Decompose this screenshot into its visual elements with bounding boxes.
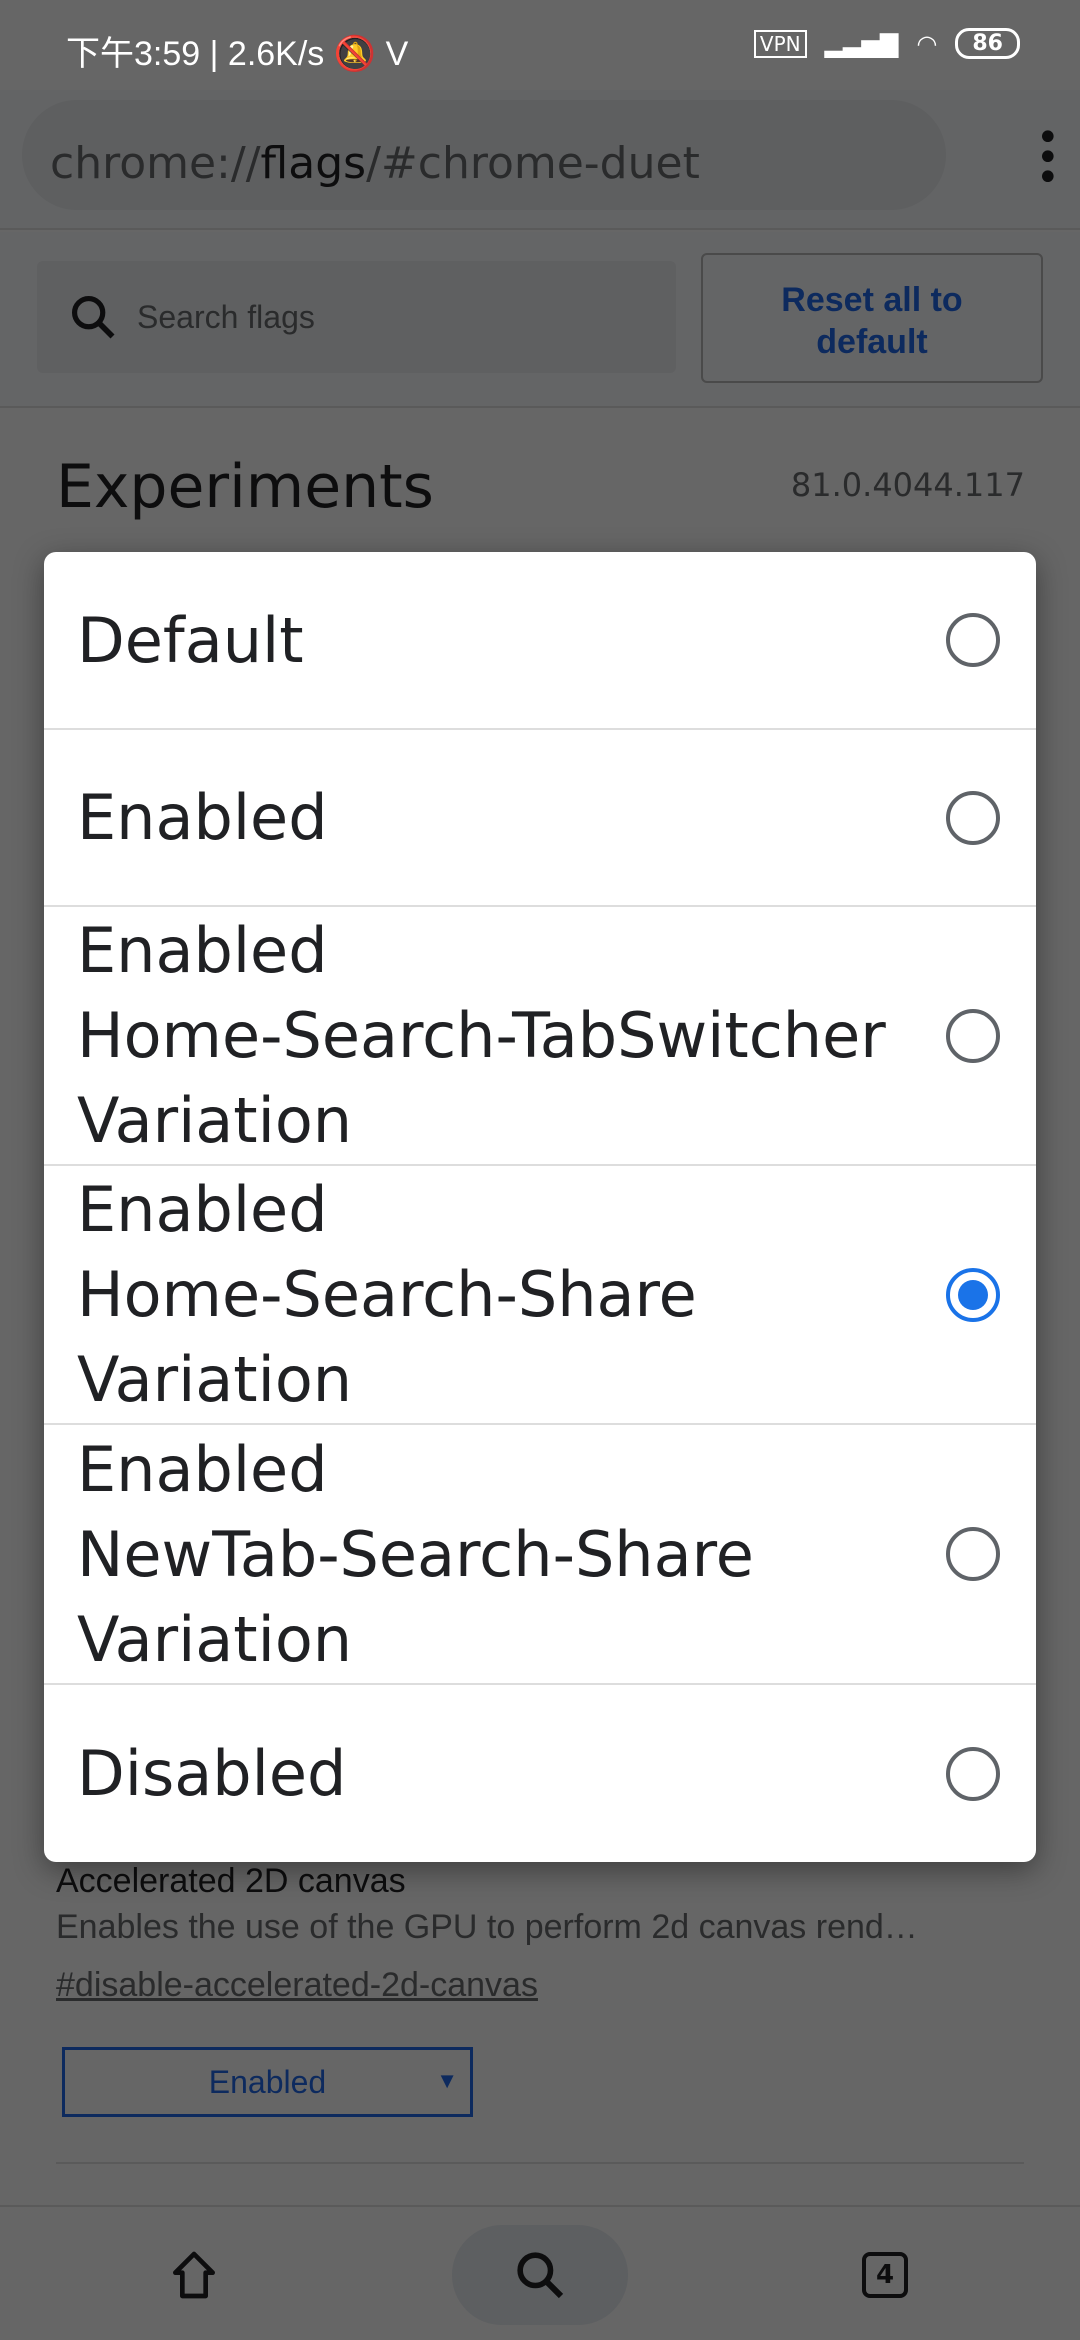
search-button[interactable] bbox=[452, 2225, 628, 2325]
option-label-line: NewTab-Search-Share bbox=[77, 1517, 754, 1591]
option-label-line: Enabled bbox=[77, 1173, 328, 1246]
page-title: Experiments bbox=[56, 452, 434, 522]
search-icon bbox=[517, 2252, 564, 2299]
version: 81.0.4044.117 bbox=[790, 466, 1025, 504]
dropdown-arrow-icon: ▼ bbox=[436, 2068, 458, 2093]
option-row[interactable]: Enabled bbox=[44, 730, 1036, 907]
flag-link[interactable]: #disable-accelerated-2d-canvas bbox=[56, 1966, 538, 2005]
status-left: 下午3:59 | 2.6K/s 🔕 V bbox=[66, 35, 409, 73]
flag-title: Accelerated 2D canvas bbox=[56, 1862, 406, 1900]
home-button[interactable] bbox=[144, 2225, 244, 2325]
option-label-line: Home-Search-Share bbox=[77, 1258, 697, 1331]
v-icon: V bbox=[385, 35, 409, 73]
url-scheme: chrome:// bbox=[50, 138, 261, 189]
reset-label-line2: default bbox=[816, 323, 928, 361]
flag-select[interactable]: Enabled ▼ bbox=[62, 2047, 473, 2117]
battery-icon: 86 bbox=[955, 28, 1020, 59]
status-right: VPN ▂▃▅▇ ◠ 86 bbox=[753, 28, 1020, 59]
option-label-line: Home-Search-TabSwitcher bbox=[77, 999, 886, 1072]
option-row[interactable]: Enabled Home-Search-TabSwitcher Variation bbox=[44, 907, 1036, 1166]
option-label: Enabled NewTab-Search-Share Variation bbox=[77, 1427, 957, 1682]
flags-header: Search flags Reset all to default bbox=[0, 232, 1080, 408]
flag-description: Enables the use of the GPU to perform 2d… bbox=[56, 1908, 918, 1946]
clock: 下午3:59 bbox=[66, 35, 201, 73]
radio-unchecked-icon[interactable] bbox=[946, 613, 1000, 667]
search-placeholder: Search flags bbox=[137, 299, 315, 335]
option-row[interactable]: Enabled NewTab-Search-Share Variation bbox=[44, 1425, 1036, 1685]
network-speed: 2.6K/s bbox=[227, 35, 325, 73]
url-bar[interactable]: chrome://flags/#chrome-duet bbox=[22, 100, 946, 210]
option-label-line: Enabled bbox=[77, 914, 328, 987]
option-label: Enabled Home-Search-Share Variation bbox=[77, 1167, 957, 1422]
signal-icon: ▂▃▅▇ bbox=[824, 29, 899, 58]
search-icon bbox=[71, 295, 115, 339]
radio-checked-icon[interactable] bbox=[946, 1267, 1000, 1322]
divider bbox=[56, 2162, 1024, 2164]
wifi-icon: ◠ bbox=[916, 29, 938, 58]
bottom-nav: 4 bbox=[0, 2205, 1080, 2340]
radio-unchecked-icon[interactable] bbox=[946, 1746, 1000, 1801]
flag-select-value: Enabled bbox=[208, 2064, 327, 2100]
radio-unchecked-icon[interactable] bbox=[946, 1527, 1000, 1581]
option-label-line: Disabled bbox=[77, 1737, 347, 1810]
option-row[interactable]: Default bbox=[44, 552, 1036, 730]
option-label-line: Variation bbox=[77, 1343, 353, 1416]
browser-toolbar: chrome://flags/#chrome-duet • • • bbox=[0, 90, 1080, 230]
option-label: Enabled Home-Search-TabSwitcher Variation bbox=[77, 908, 957, 1163]
option-label-line: Variation bbox=[77, 1084, 353, 1157]
option-label: Default bbox=[77, 598, 957, 683]
option-row[interactable]: Disabled bbox=[44, 1685, 1036, 1862]
url-host: flags bbox=[260, 138, 367, 189]
tab-switcher-button[interactable]: 4 bbox=[835, 2225, 935, 2325]
vpn-icon: VPN bbox=[753, 29, 807, 58]
url-path: /#chrome-duet bbox=[366, 138, 700, 189]
reset-all-button[interactable]: Reset all to default bbox=[701, 253, 1043, 383]
radio-unchecked-icon[interactable] bbox=[946, 790, 1000, 845]
option-dialog: Default Enabled Enabled Home-Search-TabSwit… bbox=[44, 552, 1036, 1862]
mute-icon: 🔕 bbox=[333, 35, 377, 73]
home-icon bbox=[173, 2251, 216, 2299]
radio-unchecked-icon[interactable] bbox=[946, 1008, 1000, 1063]
option-label-line: Default bbox=[77, 603, 304, 677]
status-bar: 下午3:59 | 2.6K/s 🔕 V VPN ▂▃▅▇ ◠ 86 bbox=[0, 0, 1080, 90]
option-label-line: Variation bbox=[77, 1602, 353, 1676]
reset-label-line1: Reset all to bbox=[781, 281, 963, 319]
search-input[interactable]: Search flags bbox=[37, 261, 676, 373]
option-label-line: Enabled bbox=[77, 1432, 328, 1506]
option-label-line: Enabled bbox=[77, 781, 328, 854]
option-label: Enabled bbox=[77, 775, 957, 860]
option-label: Disabled bbox=[77, 1731, 957, 1816]
tab-count-icon: 4 bbox=[862, 2252, 908, 2298]
option-row[interactable]: Enabled Home-Search-Share Variation bbox=[44, 1166, 1036, 1425]
more-vert-icon[interactable]: • • • bbox=[1036, 118, 1060, 198]
